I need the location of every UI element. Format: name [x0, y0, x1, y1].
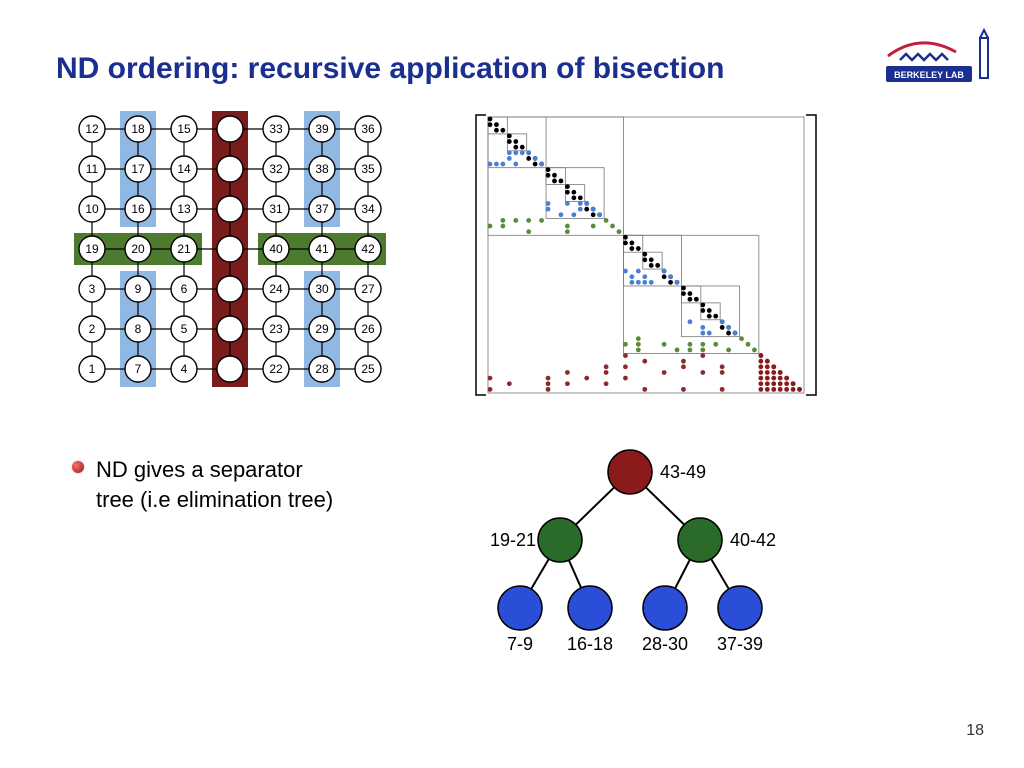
svg-text:43-49: 43-49: [660, 462, 706, 482]
svg-text:49: 49: [223, 122, 237, 136]
svg-text:35: 35: [361, 162, 375, 176]
svg-text:37: 37: [315, 202, 329, 216]
svg-text:37-39: 37-39: [717, 634, 763, 654]
svg-text:23: 23: [269, 322, 283, 336]
grid-graph-figure: 1218154933393611171448323835101613473137…: [68, 105, 428, 405]
svg-text:5: 5: [181, 322, 188, 336]
bullet-item: ND gives a separator tree (i.e eliminati…: [72, 455, 402, 514]
svg-text:22: 22: [269, 362, 283, 376]
svg-text:36: 36: [361, 122, 375, 136]
svg-text:12: 12: [85, 122, 99, 136]
svg-text:13: 13: [177, 202, 191, 216]
svg-text:7-9: 7-9: [507, 634, 533, 654]
svg-text:16: 16: [131, 202, 145, 216]
svg-text:2: 2: [89, 322, 96, 336]
svg-text:46: 46: [223, 242, 237, 256]
svg-text:1: 1: [89, 362, 96, 376]
svg-text:28-30: 28-30: [642, 634, 688, 654]
svg-text:BERKELEY LAB: BERKELEY LAB: [894, 70, 964, 80]
svg-text:21: 21: [177, 242, 191, 256]
svg-text:33: 33: [269, 122, 283, 136]
svg-text:19: 19: [85, 242, 99, 256]
svg-text:44: 44: [223, 322, 237, 336]
svg-text:4: 4: [181, 362, 188, 376]
slide-title: ND ordering: recursive application of bi…: [56, 52, 724, 86]
svg-text:20: 20: [131, 242, 145, 256]
svg-text:25: 25: [361, 362, 375, 376]
svg-text:28: 28: [315, 362, 329, 376]
svg-text:26: 26: [361, 322, 375, 336]
svg-text:3: 3: [89, 282, 96, 296]
svg-text:14: 14: [177, 162, 191, 176]
svg-text:19-21: 19-21: [490, 530, 536, 550]
svg-text:34: 34: [361, 202, 375, 216]
svg-text:15: 15: [177, 122, 191, 136]
svg-text:42: 42: [361, 242, 375, 256]
bullet-text: ND gives a separator tree (i.e eliminati…: [96, 455, 333, 514]
separator-tree-figure: 43-49 19-21 40-42 7-9 16-18 28-30 37-39: [440, 440, 820, 660]
sparsity-matrix-figure: [466, 105, 826, 405]
svg-text:18: 18: [131, 122, 145, 136]
svg-text:16-18: 16-18: [567, 634, 613, 654]
berkeley-lab-logo: BERKELEY LAB: [880, 28, 1000, 93]
svg-text:9: 9: [135, 282, 142, 296]
svg-text:39: 39: [315, 122, 329, 136]
svg-text:45: 45: [223, 282, 237, 296]
svg-text:30: 30: [315, 282, 329, 296]
svg-text:27: 27: [361, 282, 375, 296]
svg-text:47: 47: [223, 202, 237, 216]
svg-text:29: 29: [315, 322, 329, 336]
svg-text:10: 10: [85, 202, 99, 216]
svg-text:17: 17: [131, 162, 145, 176]
svg-text:40: 40: [269, 242, 283, 256]
svg-text:8: 8: [135, 322, 142, 336]
svg-text:38: 38: [315, 162, 329, 176]
svg-text:48: 48: [223, 162, 237, 176]
bullet-icon: [72, 461, 84, 473]
svg-text:40-42: 40-42: [730, 530, 776, 550]
svg-text:41: 41: [315, 242, 329, 256]
svg-text:43: 43: [223, 362, 237, 376]
svg-text:6: 6: [181, 282, 188, 296]
svg-text:7: 7: [135, 362, 142, 376]
svg-text:31: 31: [269, 202, 283, 216]
svg-text:24: 24: [269, 282, 283, 296]
page-number: 18: [966, 722, 984, 740]
svg-text:11: 11: [86, 162, 99, 176]
svg-text:32: 32: [269, 162, 283, 176]
